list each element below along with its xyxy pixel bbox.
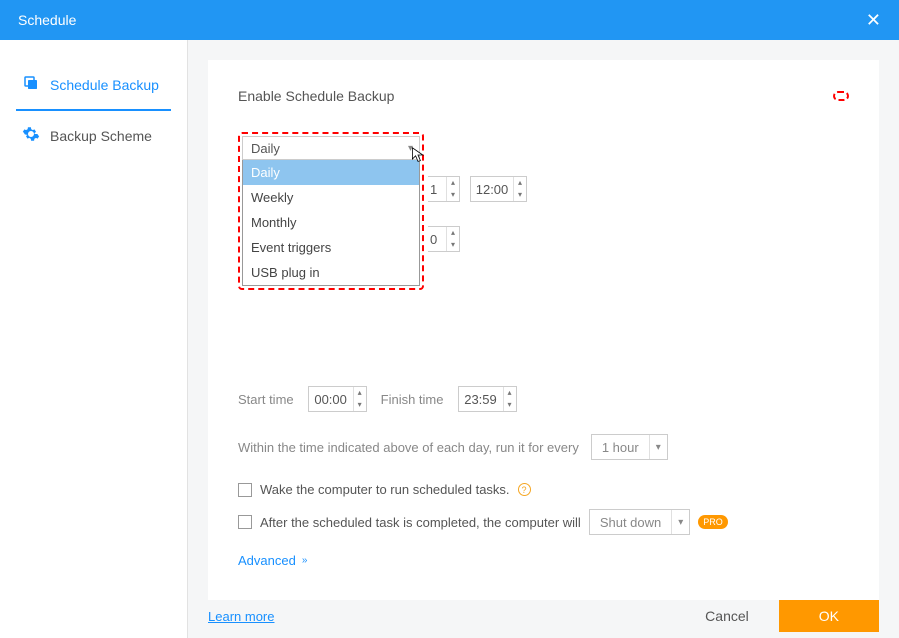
body-wrap: Schedule Backup Backup Scheme Enable Sch… [0, 40, 899, 638]
interval-label: Within the time indicated above of each … [238, 440, 579, 455]
enable-label: Enable Schedule Backup [238, 88, 394, 104]
hidden-spinner-1b[interactable]: ▴▾ [470, 176, 527, 202]
frequency-area: Daily ▾ Daily Weekly Monthly Event trigg… [238, 132, 424, 290]
close-icon[interactable]: ✕ [860, 6, 887, 35]
start-time-spinner[interactable]: ▴▾ [308, 386, 367, 412]
enable-row: Enable Schedule Backup [238, 88, 849, 104]
chevron-down-icon[interactable]: ▾ [447, 239, 459, 251]
after-select[interactable]: Shut down ▾ [589, 509, 690, 535]
after-label: After the scheduled task is completed, t… [260, 515, 581, 530]
double-chevron-down-icon: » [302, 555, 308, 566]
wake-row: Wake the computer to run scheduled tasks… [238, 482, 849, 497]
frequency-option-daily[interactable]: Daily [243, 160, 419, 185]
pro-badge: PRO [698, 515, 728, 529]
spinner-buttons[interactable]: ▴▾ [503, 387, 516, 411]
advanced-toggle[interactable]: Advanced » [238, 553, 307, 568]
chevron-up-icon[interactable]: ▴ [354, 387, 366, 399]
frequency-option-weekly[interactable]: Weekly [243, 185, 419, 210]
frequency-combo[interactable]: Daily ▾ [242, 136, 420, 160]
chevron-up-icon[interactable]: ▴ [514, 177, 526, 189]
sidebar: Schedule Backup Backup Scheme [0, 40, 188, 638]
frequency-option-usb-plug-in[interactable]: USB plug in [243, 260, 419, 285]
wake-label: Wake the computer to run scheduled tasks… [260, 482, 510, 497]
chevron-down-icon[interactable]: ▾ [354, 399, 366, 411]
finish-time-spinner[interactable]: ▴▾ [458, 386, 517, 412]
chevron-down-icon[interactable]: ▾ [514, 189, 526, 201]
content-area: Enable Schedule Backup Daily ▾ [188, 40, 899, 638]
spinner-buttons[interactable]: ▴▾ [446, 227, 459, 251]
finish-time-label: Finish time [381, 392, 444, 407]
footer-buttons: Cancel OK [691, 600, 879, 632]
hidden-spinner-1a-input[interactable] [428, 177, 446, 201]
chevron-up-icon[interactable]: ▴ [447, 227, 459, 239]
callout-highlight-dropdown: Daily ▾ Daily Weekly Monthly Event trigg… [238, 132, 424, 290]
after-row: After the scheduled task is completed, t… [238, 509, 849, 535]
frequency-option-event-triggers[interactable]: Event triggers [243, 235, 419, 260]
start-time-label: Start time [238, 392, 294, 407]
ok-button[interactable]: OK [779, 600, 879, 632]
chevron-down-icon[interactable]: ▾ [447, 189, 459, 201]
hidden-spinner-1a[interactable]: ▴▾ [428, 176, 460, 202]
frequency-dropdown-list: Daily Weekly Monthly Event triggers USB … [242, 159, 420, 286]
learn-more-link[interactable]: Learn more [208, 609, 274, 624]
hidden-spinner-1b-input[interactable] [471, 177, 513, 201]
chevron-down-icon[interactable]: ▾ [504, 399, 516, 411]
copy-icon [22, 74, 40, 95]
sidebar-item-backup-scheme[interactable]: Backup Scheme [0, 111, 187, 160]
finish-time-input[interactable] [459, 387, 503, 411]
interval-row: Within the time indicated above of each … [238, 434, 849, 460]
hidden-time-row-1: ▴▾ ▴▾ [428, 176, 527, 202]
time-range-row: Start time ▴▾ Finish time ▴▾ [238, 386, 849, 412]
frequency-value: Daily [251, 141, 280, 156]
frequency-option-monthly[interactable]: Monthly [243, 210, 419, 235]
wake-checkbox[interactable] [238, 483, 252, 497]
after-value: Shut down [590, 515, 671, 530]
titlebar: Schedule ✕ [0, 0, 899, 40]
callout-highlight-toggle [833, 91, 849, 101]
interval-value: 1 hour [592, 440, 649, 455]
sidebar-item-label: Schedule Backup [50, 77, 159, 93]
spinner-buttons[interactable]: ▴▾ [446, 177, 459, 201]
hidden-time-row-2: ▴▾ [428, 226, 460, 252]
schedule-panel: Enable Schedule Backup Daily ▾ [208, 60, 879, 600]
interval-select[interactable]: 1 hour ▾ [591, 434, 668, 460]
chevron-up-icon[interactable]: ▴ [504, 387, 516, 399]
sidebar-item-label: Backup Scheme [50, 128, 152, 144]
start-time-input[interactable] [309, 387, 353, 411]
cancel-button[interactable]: Cancel [691, 600, 763, 632]
hidden-spinner-2-input[interactable] [428, 227, 446, 251]
sidebar-item-schedule-backup[interactable]: Schedule Backup [16, 60, 171, 111]
toggle-knob [822, 99, 838, 115]
help-icon[interactable]: ? [518, 483, 531, 496]
chevron-down-icon[interactable]: ▾ [649, 435, 667, 459]
advanced-label: Advanced [238, 553, 296, 568]
window-title: Schedule [18, 12, 76, 28]
cursor-icon [411, 147, 425, 166]
chevron-down-icon[interactable]: ▾ [671, 510, 689, 534]
gear-icon [22, 125, 40, 146]
spinner-buttons[interactable]: ▴▾ [353, 387, 366, 411]
after-checkbox[interactable] [238, 515, 252, 529]
footer: Learn more Cancel OK [208, 600, 879, 632]
spinner-buttons[interactable]: ▴▾ [513, 177, 526, 201]
chevron-up-icon[interactable]: ▴ [447, 177, 459, 189]
hidden-spinner-2[interactable]: ▴▾ [428, 226, 460, 252]
